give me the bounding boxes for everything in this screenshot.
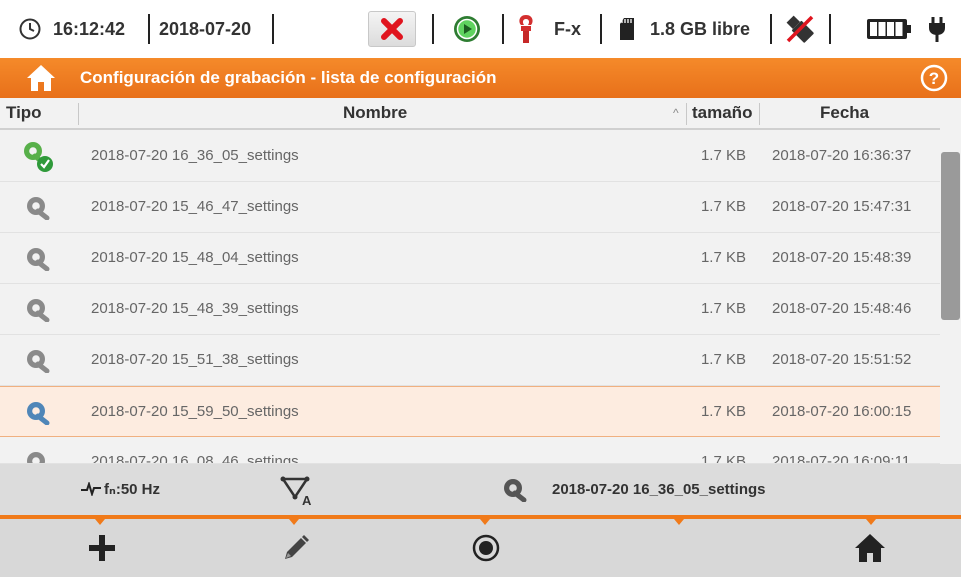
table-row[interactable]: 2018-07-20 15_46_47_settings 1.7 KB 2018-0… [0, 182, 940, 233]
home-button[interactable] [820, 519, 920, 577]
add-icon [89, 535, 115, 561]
status-separator [148, 14, 150, 44]
settings-icon [502, 476, 528, 507]
row-date: 2018-07-20 16:00:15 [772, 403, 912, 420]
edit-icon [285, 535, 309, 559]
empty-toolbar-slot [630, 519, 730, 577]
table-row[interactable]: 2018-07-20 15_59_50_settings 1.7 KB 2018-0… [0, 386, 940, 437]
storage-free: 1.8 GB libre [650, 18, 751, 39]
play-icon[interactable] [452, 0, 482, 58]
toolbar-tick [480, 519, 490, 525]
frequency-readout: fₙ:50 Hz [104, 481, 161, 498]
column-header-type[interactable]: Tipo [6, 98, 42, 128]
row-name: 2018-07-20 15_48_39_settings [91, 300, 299, 317]
clamp-icon [515, 0, 537, 58]
toolbar-tick [95, 519, 105, 525]
table-row[interactable]: 2018-07-20 16_08_46_settings 1.7 KB 2018-0… [0, 437, 940, 464]
power-plug-icon [926, 0, 948, 58]
stop-recording-icon [381, 18, 403, 40]
activate-button[interactable] [436, 519, 536, 577]
scrollbar-thumb[interactable] [941, 152, 960, 320]
row-date: 2018-07-20 15:48:39 [772, 249, 912, 266]
table-row[interactable]: 2018-07-20 15_51_38_settings 1.7 KB 2018-0… [0, 335, 940, 386]
settings-icon [20, 284, 56, 334]
settings-icon [20, 233, 56, 283]
waveform-icon [80, 480, 102, 501]
row-date: 2018-07-20 15:48:46 [772, 300, 912, 317]
column-header-size[interactable]: tamaño [692, 98, 752, 128]
status-separator [770, 14, 772, 44]
info-bar: fₙ:50 Hz A 2018-07-20 16_36_05_settings [0, 464, 961, 516]
battery-icon [866, 0, 912, 58]
toolbar-tick [289, 519, 299, 525]
toolbar-tick [866, 519, 876, 525]
row-date: 2018-07-20 16:36:37 [772, 147, 912, 164]
column-divider [759, 103, 760, 125]
toolbar-tick [674, 519, 684, 525]
row-date: 2018-07-20 16:09:11 [772, 453, 911, 464]
table-header: Tipo Nombre ^ tamaño Fecha [0, 98, 940, 130]
status-separator [829, 14, 831, 44]
active-config-name: 2018-07-20 16_36_05_settings [552, 481, 766, 498]
status-separator [272, 14, 274, 44]
clamp-label: F-x [554, 18, 581, 39]
home-icon[interactable] [26, 64, 56, 97]
page-title: Configuración de grabación - lista de co… [80, 68, 497, 87]
home-icon [855, 534, 885, 562]
settings-active-icon [20, 131, 56, 181]
activate-icon [472, 534, 500, 562]
row-date: 2018-07-20 15:51:52 [772, 351, 912, 368]
settings-icon [20, 437, 56, 463]
clock-icon [18, 0, 42, 58]
table-row[interactable]: 2018-07-20 16_36_05_settings 1.7 KB 2018-0… [0, 131, 940, 182]
status-separator [600, 14, 602, 44]
row-size: 1.7 KB [700, 300, 746, 317]
column-header-date[interactable]: Fecha [820, 98, 869, 128]
column-header-name[interactable]: Nombre [343, 98, 407, 128]
title-bar: Configuración de grabación - lista de co… [0, 58, 961, 98]
row-name: 2018-07-20 15_46_47_settings [91, 198, 299, 215]
row-size: 1.7 KB [700, 198, 746, 215]
svg-text:A: A [302, 493, 312, 507]
status-bar: 16:12:42 2018-07-20 F-x 1.8 GB libre [0, 0, 961, 58]
row-size: 1.7 KB [700, 403, 746, 420]
phasor-icon: A [280, 475, 314, 512]
status-date: 2018-07-20 [159, 18, 252, 39]
table-row[interactable]: 2018-07-20 15_48_39_settings 1.7 KB 2018-0… [0, 284, 940, 335]
row-size: 1.7 KB [700, 453, 746, 464]
add-button[interactable] [52, 519, 152, 577]
settings-icon [20, 335, 56, 385]
row-name: 2018-07-20 15_59_50_settings [91, 403, 299, 420]
status-separator [502, 14, 504, 44]
edit-button[interactable] [246, 519, 346, 577]
settings-icon [20, 387, 56, 437]
row-name: 2018-07-20 15_51_38_settings [91, 351, 299, 368]
stop-recording-button[interactable] [368, 11, 416, 47]
row-size: 1.7 KB [700, 147, 746, 164]
row-name: 2018-07-20 16_36_05_settings [91, 147, 299, 164]
row-size: 1.7 KB [700, 249, 746, 266]
status-separator [432, 14, 434, 44]
sort-indicator-icon: ^ [673, 106, 679, 120]
row-date: 2018-07-20 15:47:31 [772, 198, 912, 215]
row-size: 1.7 KB [700, 351, 746, 368]
table-row[interactable]: 2018-07-20 15_48_04_settings 1.7 KB 2018-0… [0, 233, 940, 284]
bottom-toolbar [0, 519, 961, 577]
help-icon[interactable]: ? [920, 64, 948, 97]
usb-disconnected-icon [782, 0, 818, 58]
settings-icon [20, 182, 56, 232]
svg-text:?: ? [929, 69, 939, 88]
column-divider [78, 103, 79, 125]
status-time: 16:12:42 [53, 18, 126, 39]
row-name: 2018-07-20 15_48_04_settings [91, 249, 299, 266]
row-name: 2018-07-20 16_08_46_settings [91, 453, 299, 464]
sd-card-icon [618, 0, 636, 58]
column-divider [686, 103, 687, 125]
